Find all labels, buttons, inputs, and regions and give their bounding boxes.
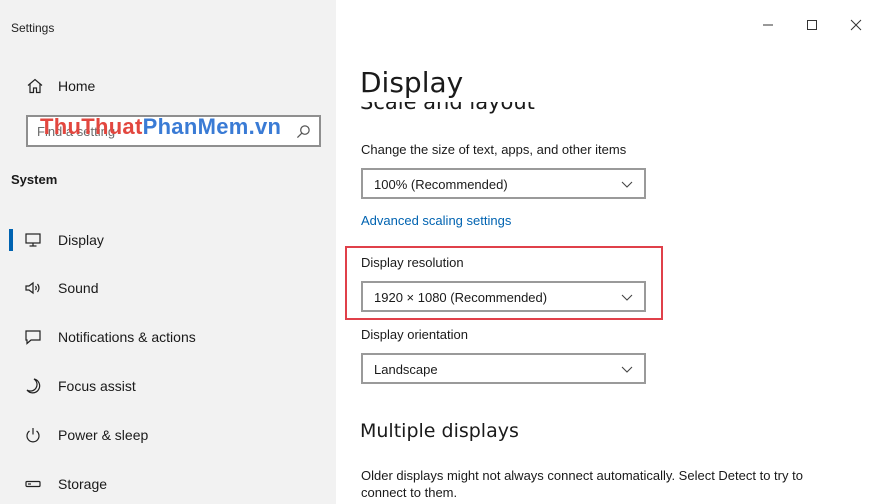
search-icon[interactable] [296,124,311,139]
nav-home[interactable]: Home [0,70,336,102]
page-title: Display [360,66,464,99]
sidebar-item-power-sleep[interactable]: Power & sleep [0,416,336,454]
multiple-displays-heading: Multiple displays [360,420,519,442]
chevron-down-icon [621,294,633,301]
multiple-displays-text: Older displays might not always connect … [361,468,803,500]
sidebar-item-label: Notifications & actions [58,329,196,345]
advanced-scaling-link[interactable]: Advanced scaling settings [361,213,511,228]
section-heading-scale-layout: Scale and layout [360,102,600,114]
active-indicator [9,229,13,251]
sidebar-item-label: Power & sleep [58,427,149,443]
sidebar-item-label: Display [58,232,104,248]
search-input[interactable]: Find a setting [26,115,321,147]
notification-icon [25,330,41,345]
resolution-label: Display resolution [361,255,464,270]
orientation-label: Display orientation [361,327,468,342]
close-icon [850,19,862,31]
minimize-button[interactable] [748,10,788,40]
minimize-icon [763,24,773,26]
sidebar: Settings Home Find a setting ThuThuatPha… [0,0,336,504]
nav-home-label: Home [58,78,96,94]
speaker-icon [25,281,40,295]
section-heading-text: Scale and layout [360,102,535,114]
sidebar-item-label: Sound [58,280,99,296]
moon-icon [26,378,41,394]
maximize-icon [807,20,817,30]
sidebar-item-focus-assist[interactable]: Focus assist [0,367,336,405]
storage-icon [25,480,41,488]
chevron-down-icon [621,181,633,188]
close-button[interactable] [836,10,870,40]
monitor-icon [25,233,41,247]
scale-dropdown[interactable]: 100% (Recommended) [361,168,646,199]
sidebar-item-label: Focus assist [58,378,136,394]
orientation-value: Landscape [374,362,438,377]
power-icon [26,428,40,443]
home-icon [27,78,43,94]
resolution-dropdown[interactable]: 1920 × 1080 (Recommended) [361,281,646,312]
scale-label: Change the size of text, apps, and other… [361,142,627,157]
scale-value: 100% (Recommended) [374,177,508,192]
app-title: Settings [11,21,55,35]
orientation-dropdown[interactable]: Landscape [361,353,646,384]
sidebar-item-notifications[interactable]: Notifications & actions [0,318,336,356]
sidebar-item-storage[interactable]: Storage [0,465,336,503]
sidebar-item-label: Storage [58,476,108,492]
sidebar-item-sound[interactable]: Sound [0,269,336,307]
maximize-button[interactable] [792,10,832,40]
search-placeholder: Find a setting [37,124,116,139]
resolution-value: 1920 × 1080 (Recommended) [374,290,548,305]
chevron-down-icon [621,366,633,373]
sidebar-item-display[interactable]: Display [0,221,336,259]
sidebar-section-system: System [11,172,58,187]
